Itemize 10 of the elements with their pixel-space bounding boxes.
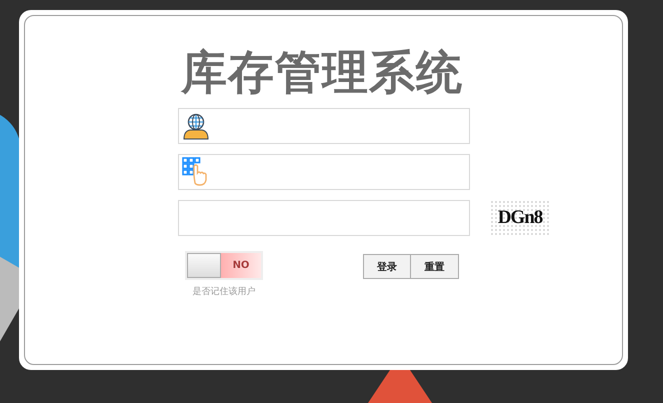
- user-globe-icon: [182, 112, 210, 140]
- remember-caption: 是否记住该用户: [192, 286, 256, 298]
- input-field[interactable]: [178, 154, 470, 190]
- input-field[interactable]: [178, 108, 470, 144]
- captcha-image[interactable]: DGn8: [490, 200, 550, 236]
- form-button[interactable]: 登录: [363, 254, 411, 279]
- input-field[interactable]: [178, 200, 470, 236]
- remember-toggle[interactable]: NO: [185, 251, 263, 280]
- app-title: 库存管理系统: [181, 46, 464, 98]
- form-button[interactable]: 重置: [411, 254, 459, 279]
